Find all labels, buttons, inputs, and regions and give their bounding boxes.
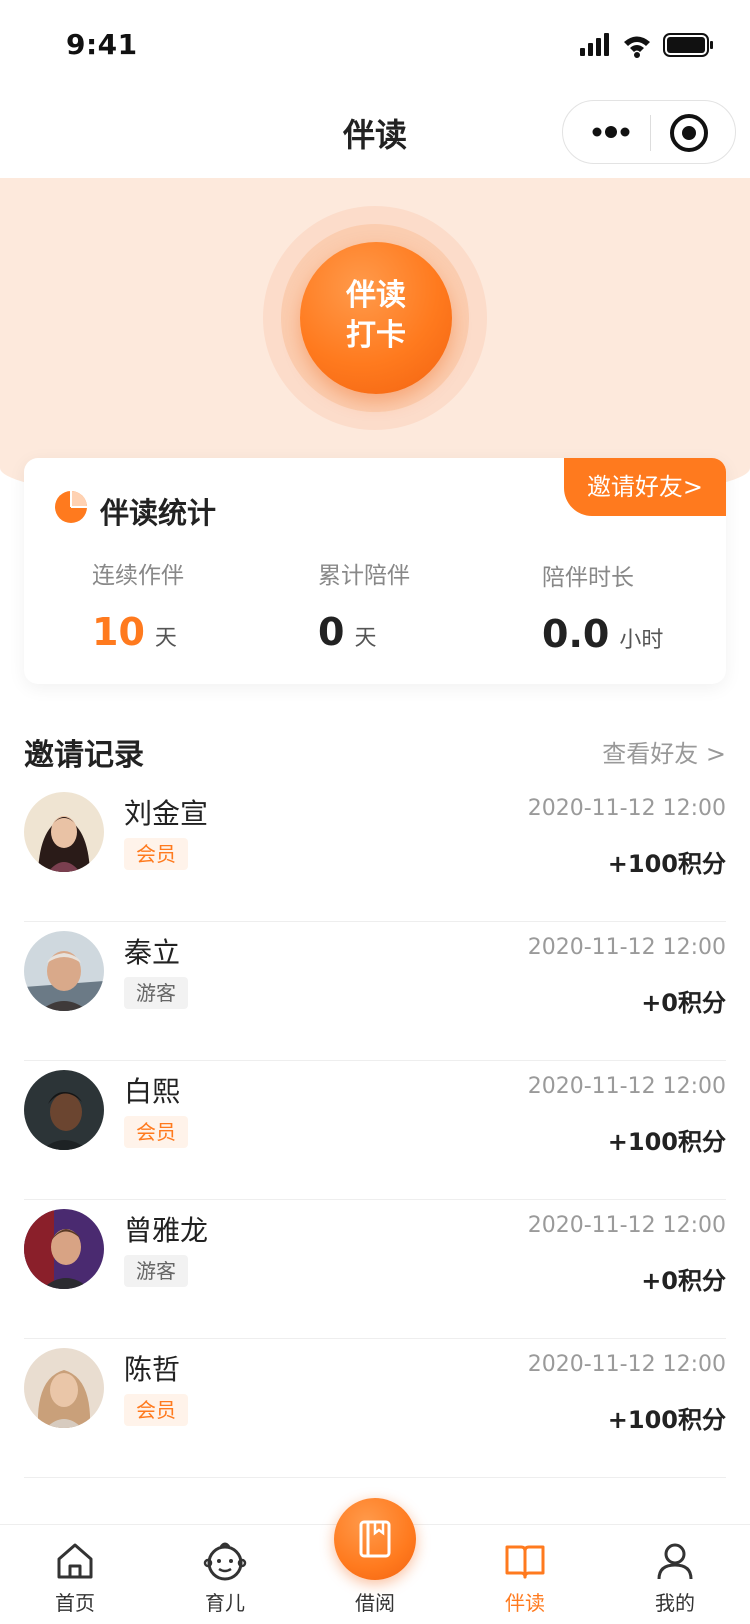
- tab-companion-reading[interactable]: 伴读: [450, 1525, 600, 1624]
- record-time: 2020-11-12 12:00: [527, 1074, 726, 1099]
- invite-records-header: 邀请记录 查看好友 >: [24, 730, 726, 774]
- more-icon[interactable]: [581, 101, 641, 163]
- capsule-divider: [650, 115, 651, 151]
- list-item[interactable]: 刘金宣 会员 2020-11-12 12:00 +100积分: [24, 778, 726, 922]
- record-time: 2020-11-12 12:00: [527, 1352, 726, 1377]
- status-badge: 游客: [124, 1255, 188, 1287]
- tab-label: 我的: [655, 1591, 695, 1615]
- home-icon: [57, 1543, 93, 1579]
- stat-consecutive: 连续作伴 10 天: [92, 556, 312, 654]
- record-name: 刘金宣: [124, 797, 209, 830]
- tab-mine[interactable]: 我的: [600, 1525, 750, 1624]
- tab-parenting[interactable]: 育儿: [150, 1525, 300, 1624]
- record-points: +0积分: [641, 1267, 726, 1295]
- pie-chart-icon: [55, 491, 87, 523]
- record-points: +0积分: [641, 989, 726, 1017]
- record-name: 陈哲: [124, 1353, 181, 1386]
- status-badge: 会员: [124, 1394, 188, 1426]
- tab-label: 借阅: [355, 1591, 395, 1615]
- status-badge: 会员: [124, 838, 188, 870]
- stat-label: 累计陪伴: [318, 563, 410, 589]
- stats-card: 邀请好友> 伴读统计 连续作伴 10 天 累计陪伴 0天 陪伴时长 0.0 小时: [24, 458, 726, 684]
- mini-program-capsule: [562, 100, 736, 164]
- stat-value: 10: [92, 610, 145, 654]
- stat-unit: 天: [354, 626, 377, 651]
- record-points: +100积分: [607, 850, 726, 878]
- stat-value: 0.0: [542, 612, 610, 656]
- tab-label: 伴读: [505, 1591, 545, 1615]
- records-title: 邀请记录: [24, 738, 144, 773]
- checkin-label-line1: 伴读: [346, 278, 406, 313]
- status-badge: 会员: [124, 1116, 188, 1148]
- invite-friends-button[interactable]: 邀请好友>: [564, 458, 726, 516]
- view-friends-link[interactable]: 查看好友 >: [602, 734, 726, 769]
- tab-home[interactable]: 首页: [0, 1525, 150, 1624]
- tab-label: 育儿: [205, 1591, 245, 1615]
- borrow-center-button[interactable]: [334, 1498, 416, 1580]
- avatar: [24, 1348, 104, 1428]
- stat-label: 陪伴时长: [542, 565, 634, 591]
- stat-unit: 小时: [619, 628, 664, 653]
- record-points: +100积分: [607, 1406, 726, 1434]
- record-name: 白熙: [124, 1075, 181, 1108]
- record-time: 2020-11-12 12:00: [527, 796, 726, 821]
- status-time: 9:41: [66, 28, 138, 61]
- record-points: +100积分: [607, 1128, 726, 1156]
- close-target-icon[interactable]: [667, 111, 711, 155]
- list-item[interactable]: 陈哲 会员 2020-11-12 12:00 +100积分: [24, 1334, 726, 1478]
- avatar: [24, 931, 104, 1011]
- stat-duration: 陪伴时长 0.0 小时: [542, 558, 750, 656]
- status-icons: [580, 30, 720, 60]
- user-icon: [657, 1543, 693, 1580]
- stat-total: 累计陪伴 0天: [318, 556, 538, 654]
- stat-unit: 天: [154, 626, 177, 651]
- avatar: [24, 1070, 104, 1150]
- checkin-button[interactable]: 伴读 打卡: [300, 242, 452, 394]
- baby-icon: [203, 1542, 247, 1581]
- stats-title: 伴读统计: [100, 496, 217, 530]
- book-icon: [359, 1520, 391, 1558]
- stat-value: 0: [318, 610, 345, 654]
- status-bar: 9:41: [0, 0, 750, 88]
- record-time: 2020-11-12 12:00: [527, 1213, 726, 1238]
- avatar: [24, 792, 104, 872]
- avatar: [24, 1209, 104, 1289]
- checkin-label-line2: 打卡: [346, 318, 406, 353]
- record-name: 秦立: [124, 936, 181, 969]
- status-badge: 游客: [124, 977, 188, 1009]
- list-item[interactable]: 曾雅龙 游客 2020-11-12 12:00 +0积分: [24, 1195, 726, 1339]
- stat-label: 连续作伴: [92, 563, 184, 589]
- record-time: 2020-11-12 12:00: [527, 935, 726, 960]
- open-book-icon: [505, 1545, 545, 1579]
- nav-bar: 伴读: [0, 88, 750, 178]
- tab-label: 首页: [55, 1591, 95, 1615]
- list-item[interactable]: 白熙 会员 2020-11-12 12:00 +100积分: [24, 1056, 726, 1200]
- record-name: 曾雅龙: [124, 1214, 209, 1247]
- list-item[interactable]: 秦立 游客 2020-11-12 12:00 +0积分: [24, 917, 726, 1061]
- signal-wifi-battery-icon: [580, 33, 713, 58]
